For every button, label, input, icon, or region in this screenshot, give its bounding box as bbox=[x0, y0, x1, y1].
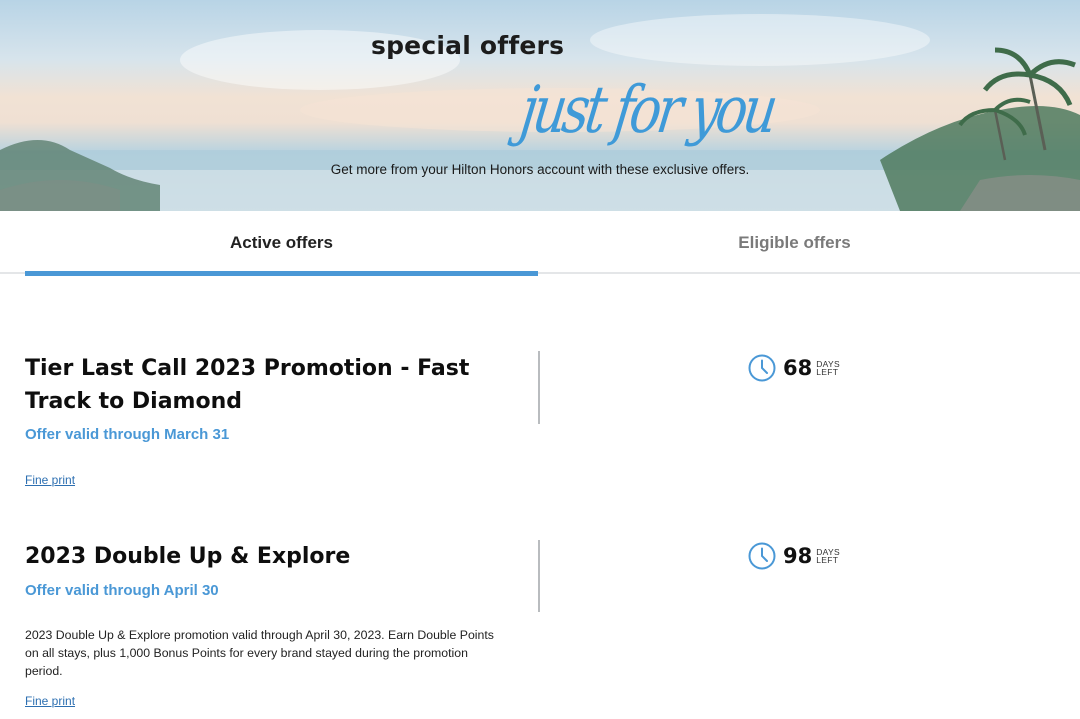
tab-eligible-offers[interactable]: Eligible offers bbox=[538, 211, 1051, 274]
days-label-line2: LEFT bbox=[816, 555, 839, 565]
offer-valid-date: Offer valid through April 30 bbox=[25, 582, 219, 599]
days-left-countdown: 68 DAYS LEFT bbox=[748, 354, 840, 382]
days-left-countdown: 98 DAYS LEFT bbox=[748, 542, 840, 570]
offer-tabs: Active offers Eligible offers bbox=[0, 211, 1080, 276]
tab-active-offers[interactable]: Active offers bbox=[25, 211, 538, 276]
offer-description: 2023 Double Up & Explore promotion valid… bbox=[25, 628, 494, 678]
offer-divider bbox=[538, 351, 540, 424]
hero-script-text: just for you bbox=[516, 73, 779, 148]
fine-print-link[interactable]: Fine print bbox=[25, 473, 75, 487]
hero-subtitle: Get more from your Hilton Honors account… bbox=[330, 162, 750, 177]
days-left-number: 68 bbox=[783, 356, 813, 380]
offer-title: 2023 Double Up & Explore bbox=[25, 544, 351, 569]
days-left-label: DAYS LEFT bbox=[816, 359, 840, 377]
clock-icon bbox=[748, 354, 776, 382]
days-label-line2: LEFT bbox=[816, 367, 839, 377]
days-left-number: 98 bbox=[783, 544, 813, 568]
clock-icon bbox=[748, 542, 776, 570]
offer-title: Tier Last Call 2023 Promotion - Fast Tra… bbox=[25, 356, 470, 414]
offer-divider bbox=[538, 540, 540, 612]
hero-title: special offers bbox=[371, 31, 565, 60]
days-left-label: DAYS LEFT bbox=[816, 547, 840, 565]
hero-banner: special offers just for you Get more fro… bbox=[0, 0, 1080, 211]
offer-valid-date: Offer valid through March 31 bbox=[25, 426, 230, 443]
fine-print-link[interactable]: Fine print bbox=[25, 694, 75, 708]
